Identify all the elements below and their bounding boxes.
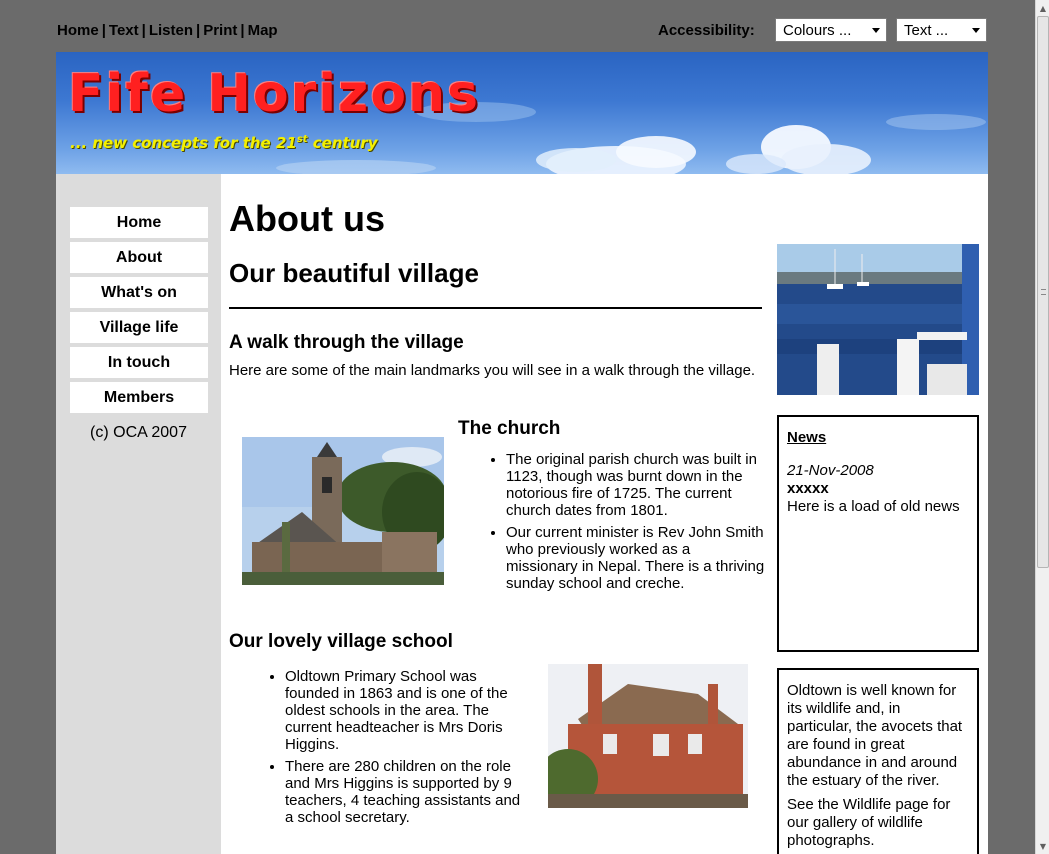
page-subtitle: Our beautiful village [229,258,479,288]
school-photo [548,664,748,808]
school-list: Oldtown Primary School was founded in 18… [285,668,527,831]
link-separator: | [141,22,146,39]
news-title: xxxxx [787,480,829,497]
top-link-map[interactable]: Map [248,22,278,39]
dropdown-arrow-icon [872,28,880,33]
text-size-select-value: Text ... [904,22,949,39]
vertical-scrollbar[interactable]: ▲ ▼ [1035,0,1049,854]
wildlife-box: Oldtown is well known for its wildlife a… [777,668,979,854]
church-list: The original parish church was built in … [506,451,766,597]
site-logo-title: Fife Horizons [68,64,481,124]
harbour-photo [777,244,979,395]
scrollbar-thumb[interactable] [1037,16,1049,568]
link-separator: | [196,22,201,39]
page-title: About us [229,198,385,239]
nav-item-members[interactable]: Members [70,382,208,413]
tagline-suffix: century [307,134,378,152]
news-heading[interactable]: News [787,429,969,447]
tagline-superscript: st [296,134,308,145]
nav-item-about[interactable]: About [70,242,208,273]
copyright-text: (c) OCA 2007 [90,424,187,441]
church-photo [242,437,444,585]
nav-item-in-touch[interactable]: In touch [70,347,208,378]
text-size-select[interactable]: Text ... [896,18,987,42]
school-point: Oldtown Primary School was founded in 18… [285,668,527,753]
top-bar: Home | Text | Listen | Print | Map Accessibility… [56,10,988,52]
nav-item-village-life[interactable]: Village life [70,312,208,343]
nav-item-home[interactable]: Home [70,207,208,238]
nav-item-whats-on[interactable]: What's on [70,277,208,308]
dropdown-arrow-icon [972,28,980,33]
colours-select-value: Colours ... [783,22,852,39]
news-body: Here is a load of old news [787,498,960,515]
top-links: Home | Text | Listen | Print | Map [57,22,278,39]
site-banner: Fife Horizons ... new concepts for the 2… [56,52,988,174]
church-point: Our current minister is Rev John Smith w… [506,524,766,592]
school-point: There are 280 children on the role and M… [285,758,527,826]
wildlife-link-text: See the Wildlife page for our gallery of… [787,796,951,849]
church-heading: The church [458,418,561,439]
left-navigation: Home About What's on Village life In tou… [56,174,221,854]
scroll-up-arrow-icon[interactable]: ▲ [1036,2,1049,16]
tagline-prefix: ... new concepts for the 21 [70,134,297,152]
walk-heading: A walk through the village [229,332,464,353]
page-content: Home About What's on Village life In tou… [56,174,988,854]
news-date: 21-Nov-2008 [787,462,874,479]
news-box: News 21-Nov-2008 xxxxx Here is a load of… [777,415,979,652]
top-link-home[interactable]: Home [57,22,99,39]
top-link-print[interactable]: Print [203,22,237,39]
link-separator: | [101,22,106,39]
scroll-down-arrow-icon[interactable]: ▼ [1036,840,1049,854]
link-separator: | [240,22,245,39]
divider [229,307,762,309]
wildlife-text: Oldtown is well known for its wildlife a… [787,682,963,789]
walk-text: Here are some of the main landmarks you … [229,362,756,379]
colours-select[interactable]: Colours ... [775,18,887,42]
church-point: The original parish church was built in … [506,451,766,519]
top-link-text[interactable]: Text [109,22,139,39]
accessibility-label: Accessibility: [658,22,755,39]
school-heading: Our lovely village school [229,631,453,652]
grip-icon [1041,289,1046,295]
site-tagline: ... new concepts for the 21st century [70,134,378,152]
top-link-listen[interactable]: Listen [149,22,193,39]
